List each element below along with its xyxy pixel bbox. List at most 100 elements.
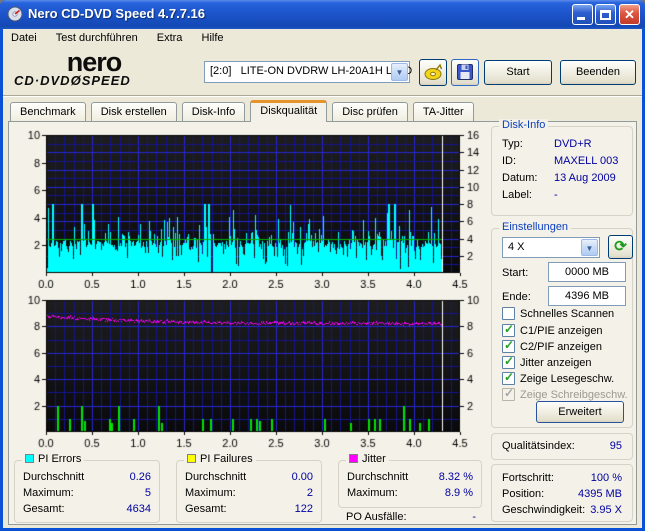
checkbox-zeige-schreibgeschw: ✓ Zeige Schreibgeschw. — [502, 386, 628, 402]
checkbox-label: Jitter anzeigen — [520, 357, 592, 369]
jitter-legend-swatch — [349, 454, 358, 463]
title-bar[interactable]: Nero CD-DVD Speed 4.7.7.16 ✕ — [0, 0, 645, 29]
stat-value: 8.9 % — [444, 487, 473, 499]
checkbox-icon[interactable]: ✓ — [502, 354, 515, 369]
nero-logo: nero CD·DVDØSPEED — [14, 47, 194, 88]
chevron-down-icon[interactable]: ▼ — [581, 239, 598, 256]
stat-value: 5 — [144, 487, 151, 499]
start-position-field[interactable]: 0000 MB — [548, 262, 626, 282]
tab-diskqualitaet[interactable]: Diskqualität — [250, 100, 328, 122]
position-label: Position: — [502, 488, 545, 500]
disk-info-title: Disk-Info — [499, 119, 549, 131]
app-window: Nero CD-DVD Speed 4.7.7.16 ✕ Datei Test … — [0, 0, 645, 531]
close-button[interactable]: ✕ — [619, 4, 640, 25]
checkbox-icon[interactable]: ✓ — [502, 338, 515, 353]
cd-dvd-speed-logo-text: CD·DVDØSPEED — [14, 73, 131, 88]
stat-label: Maximum: — [23, 487, 74, 499]
refresh-button[interactable]: ⟳ — [608, 235, 633, 259]
tab-disc-pruefen[interactable]: Disc prüfen — [332, 102, 408, 122]
checkbox-c2-pif-anzeigen[interactable]: ✓ C2/PIF anzeigen — [502, 338, 602, 354]
checkbox-label: C1/PIE anzeigen — [520, 325, 603, 337]
checkbox-label: Zeige Schreibgeschw. — [520, 389, 628, 401]
tab-disk-info[interactable]: Disk-Info — [181, 102, 246, 122]
menu-bar: Datei Test durchführen Extra Hilfe — [3, 29, 642, 48]
settings-groupbox: Einstellungen 4 X ▼ ⟳ Start: 0000 MB End… — [491, 221, 633, 428]
checkbox-label: C2/PIF anzeigen — [520, 341, 602, 353]
checkbox-label: Zeige Lesegeschw. — [520, 373, 615, 385]
tab-strip: Benchmark Disk erstellen Disk-Info Diskq… — [10, 100, 476, 122]
jitter-stats-title: Jitter — [346, 453, 389, 465]
window-title: Nero CD-DVD Speed 4.7.7.16 — [28, 6, 206, 21]
pi-errors-stats-box: PI Errors Durchschnitt 0.26 Maximum: 5 Ges… — [14, 453, 160, 523]
pi-errors-chart — [9, 124, 487, 288]
disk-type-value: DVD+R — [554, 138, 592, 150]
minimize-button[interactable] — [572, 4, 593, 25]
tab-ta-jitter[interactable]: TA-Jitter — [412, 102, 474, 122]
stat-value: 8.32 % — [438, 471, 473, 483]
checkbox-zeige-lesegeschw[interactable]: ✓ Zeige Lesegeschw. — [502, 370, 615, 386]
refresh-arrows-icon: ⟳ — [614, 238, 627, 255]
close-icon: ✕ — [624, 7, 635, 22]
speed-selector-value: 4 X — [508, 241, 525, 253]
app-icon — [7, 6, 23, 22]
progress-label: Fortschritt: — [502, 472, 554, 484]
speed-value: 3.95 X — [590, 504, 622, 516]
checkbox-schnelles-scannen[interactable]: ✓ Schnelles Scannen — [502, 307, 614, 321]
speed-selector-combobox[interactable]: 4 X ▼ — [502, 237, 600, 258]
tab-benchmark[interactable]: Benchmark — [10, 102, 86, 122]
quality-index-label: Qualitätsindex: — [502, 440, 575, 452]
menu-test-durchfuehren[interactable]: Test durchführen — [48, 29, 146, 46]
maximize-button[interactable] — [595, 4, 616, 25]
start-position-label: Start: — [502, 267, 529, 279]
stat-value: 0.00 — [291, 471, 313, 483]
pi-failures-stats-box: PI Failures Durchschnitt 0.00 Maximum: 2 G… — [176, 453, 322, 523]
drive-selector-value: [2:0] LITE-ON DVDRW LH-20A1H LL0D — [210, 65, 413, 77]
end-position-label: Ende: — [502, 291, 531, 303]
quit-button[interactable]: Beenden — [560, 60, 636, 85]
stat-label: Durchschnitt — [185, 471, 247, 483]
disk-date-value: 13 Aug 2009 — [554, 172, 616, 184]
minimize-icon — [577, 17, 585, 20]
po-failures-label: PO Ausfälle: — [346, 511, 407, 523]
pi-failures-legend-swatch — [187, 454, 196, 463]
pi-errors-stats-title: PI Errors — [22, 453, 85, 465]
checkbox-icon[interactable]: ✓ — [502, 307, 515, 320]
progress-box: Fortschritt: 100 % Position: 4395 MB Ges… — [491, 464, 633, 522]
checkbox-icon[interactable]: ✓ — [502, 370, 515, 385]
menu-extra[interactable]: Extra — [149, 29, 191, 46]
disk-date-label: Datum: — [502, 172, 538, 184]
toolbar-separator — [3, 95, 642, 97]
end-position-field[interactable]: 4396 MB — [548, 286, 626, 306]
checkbox-c1-pie-anzeigen[interactable]: ✓ C1/PIE anzeigen — [502, 322, 603, 338]
save-floppy-icon — [457, 64, 473, 80]
stat-value: 2 — [306, 487, 313, 499]
menu-datei[interactable]: Datei — [3, 29, 45, 46]
drive-selector-combobox[interactable]: [2:0] LITE-ON DVDRW LH-20A1H LL0D ▼ — [204, 61, 413, 83]
menu-hilfe[interactable]: Hilfe — [194, 29, 232, 46]
pi-failures-stats-title: PI Failures — [184, 453, 256, 465]
stat-label: Gesamt: — [23, 503, 65, 515]
checkbox-jitter-anzeigen[interactable]: ✓ Jitter anzeigen — [502, 354, 592, 370]
start-button[interactable]: Start — [484, 60, 552, 85]
chevron-down-icon[interactable]: ▼ — [391, 63, 408, 81]
disk-label-value: - — [554, 189, 558, 201]
checkbox-label: Schnelles Scannen — [520, 308, 615, 320]
stat-value: 0.26 — [129, 471, 151, 483]
checkbox-icon[interactable]: ✓ — [502, 322, 515, 337]
save-button[interactable] — [451, 59, 479, 86]
speed-label: Geschwindigkeit: — [502, 504, 586, 516]
disk-label-label: Label: — [502, 189, 532, 201]
eject-disc-icon — [424, 63, 443, 80]
stat-value: 122 — [294, 503, 313, 515]
pi-errors-legend-swatch — [25, 454, 34, 463]
checkbox-icon: ✓ — [502, 386, 515, 401]
po-failures-row: PO Ausfälle: - — [346, 511, 476, 523]
disk-type-label: Typ: — [502, 138, 523, 150]
disk-info-groupbox: Disk-Info Typ: DVD+R ID: MAXELL 003 Datu… — [491, 119, 633, 216]
tab-disk-erstellen[interactable]: Disk erstellen — [90, 102, 177, 122]
stat-label: Durchschnitt — [347, 471, 409, 483]
settings-title: Einstellungen — [499, 221, 572, 233]
nero-logo-text: nero — [66, 47, 123, 77]
eject-button[interactable] — [419, 59, 447, 86]
advanced-button[interactable]: Erweitert — [536, 401, 624, 423]
